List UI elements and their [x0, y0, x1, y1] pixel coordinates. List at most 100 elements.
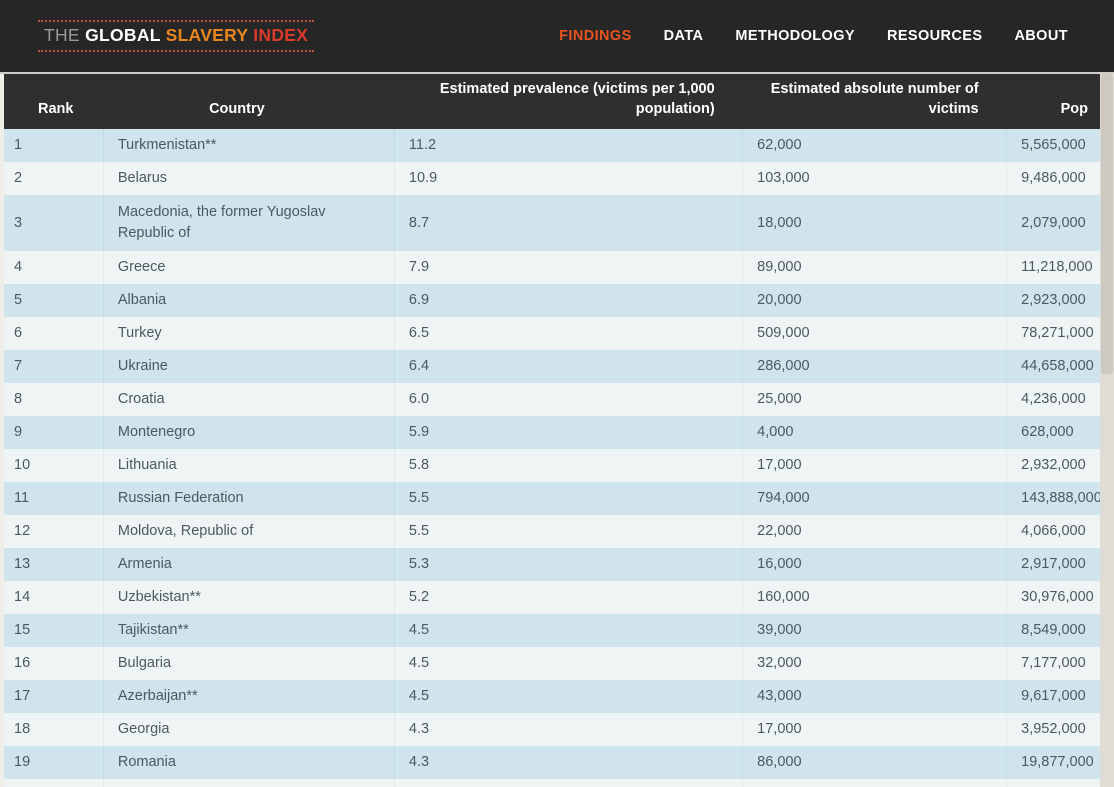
cell-country: Turkey	[103, 317, 395, 351]
logo-word-the: THE	[44, 25, 86, 46]
table-header: Rank Country Estimated prevalence (victi…	[4, 74, 1104, 130]
cell-victims: 17,000	[742, 449, 1008, 483]
cell-rank: 19	[4, 746, 104, 780]
nav-item-resources[interactable]: RESOURCES	[887, 28, 982, 44]
cell-population: 4,236,000	[1006, 383, 1104, 417]
cell-population: 9,486,000	[1006, 162, 1104, 196]
cell-rank: 15	[4, 614, 104, 648]
site-logo[interactable]: THE GLOBAL SLAVERY INDEX	[38, 20, 315, 52]
table-scroll-region[interactable]: Rank Country Estimated prevalence (victi…	[0, 74, 1114, 787]
cell-rank: 12	[4, 515, 104, 549]
cell-prevalence: 4.2	[394, 779, 744, 787]
table-row: 7 Ukraine 6.4 286,000 44,658,000	[4, 350, 1104, 384]
table-row: 6 Turkey 6.5 509,000 78,271,000	[4, 317, 1104, 351]
column-header-pop[interactable]: Pop	[1006, 74, 1104, 130]
cell-country: Armenia	[103, 548, 395, 582]
cell-prevalence: 5.8	[394, 449, 744, 483]
cell-victims: 18,000	[742, 195, 1008, 252]
cell-population: 8,549,000	[1006, 614, 1104, 648]
table-row: 19 Romania 4.3 86,000 19,877,000	[4, 746, 1104, 780]
cell-prevalence: 5.9	[394, 416, 744, 450]
column-header-victims[interactable]: Estimated absolute number of victims	[742, 74, 1007, 130]
cell-country: Macedonia, the former Yugoslav Republic …	[103, 195, 395, 252]
cell-country: Greece	[103, 251, 395, 285]
nav-item-methodology[interactable]: METHODOLOGY	[735, 28, 855, 44]
cell-population: 143,888,000	[1006, 482, 1104, 516]
table-row: 13 Armenia 5.3 16,000 2,917,000	[4, 548, 1104, 582]
cell-rank: 10	[4, 449, 104, 483]
table-row: 15 Tajikistan** 4.5 39,000 8,549,000	[4, 614, 1104, 648]
cell-population: 7,177,000	[1006, 647, 1104, 681]
table-row: 4 Greece 7.9 89,000 11,218,000	[4, 251, 1104, 285]
main-navigation: FINDINGS DATA METHODOLOGY RESOURCES ABOU…	[559, 28, 1090, 44]
column-header-prevalence[interactable]: Estimated prevalence (victims per 1,000 …	[394, 74, 743, 130]
cell-prevalence: 5.3	[394, 548, 744, 582]
cell-rank: 18	[4, 713, 104, 747]
cell-country: Russian Federation	[103, 482, 395, 516]
table-row: 8 Croatia 6.0 25,000 4,236,000	[4, 383, 1104, 417]
cell-victims: 22,000	[742, 515, 1008, 549]
cell-country: Uzbekistan**	[103, 581, 395, 615]
nav-item-about[interactable]: ABOUT	[1014, 28, 1068, 44]
column-header-country[interactable]: Country	[103, 74, 395, 130]
cell-rank: 2	[4, 162, 104, 196]
cell-rank: 17	[4, 680, 104, 714]
cell-victims: 103,000	[742, 162, 1008, 196]
cell-country: Turkmenistan**	[103, 129, 395, 163]
cell-population: 2,923,000	[1006, 284, 1104, 318]
cell-prevalence: 5.5	[394, 515, 744, 549]
table-row: 2 Belarus 10.9 103,000 9,486,000	[4, 162, 1104, 196]
table-row: 16 Bulgaria 4.5 32,000 7,177,000	[4, 647, 1104, 681]
cell-prevalence: 6.9	[394, 284, 744, 318]
table-row: 17 Azerbaijan** 4.5 43,000 9,617,000	[4, 680, 1104, 714]
cell-victims: 794,000	[742, 482, 1008, 516]
table-header-row: Rank Country Estimated prevalence (victi…	[4, 74, 1104, 130]
cell-prevalence: 4.3	[394, 746, 744, 780]
cell-population: 4,066,000	[1006, 515, 1104, 549]
cell-population: 19,877,000	[1006, 746, 1104, 780]
cell-rank: 11	[4, 482, 104, 516]
cell-country: Montenegro	[103, 416, 395, 450]
cell-rank: 13	[4, 548, 104, 582]
cell-population: 1,161,000	[1006, 779, 1104, 787]
cell-country: Lithuania	[103, 449, 395, 483]
cell-prevalence: 4.5	[394, 614, 744, 648]
column-header-rank[interactable]: Rank	[4, 74, 104, 130]
cell-country: Albania	[103, 284, 395, 318]
cell-prevalence: 10.9	[394, 162, 744, 196]
table-row: 5 Albania 6.9 20,000 2,923,000	[4, 284, 1104, 318]
nav-item-findings[interactable]: FINDINGS	[559, 28, 631, 44]
table-row: 18 Georgia 4.3 17,000 3,952,000	[4, 713, 1104, 747]
cell-country: Moldova, Republic of	[103, 515, 395, 549]
cell-victims: 43,000	[742, 680, 1008, 714]
cell-prevalence: 8.7	[394, 195, 744, 252]
nav-item-data[interactable]: DATA	[664, 28, 704, 44]
cell-prevalence: 4.3	[394, 713, 744, 747]
logo-word-slavery: SLAVERY	[165, 25, 254, 46]
cell-rank: 6	[4, 317, 104, 351]
cell-rank: 8	[4, 383, 104, 417]
table-row: 3 Macedonia, the former Yugoslav Republic…	[4, 195, 1104, 252]
table-row: 12 Moldova, Republic of 5.5 22,000 4,066,000	[4, 515, 1104, 549]
table-row: 11 Russian Federation 5.5 794,000 143,888,00…	[4, 482, 1104, 516]
cell-rank: 3	[4, 195, 104, 252]
cell-population: 2,917,000	[1006, 548, 1104, 582]
cell-victims: 4,000	[742, 416, 1008, 450]
cell-country: Tajikistan**	[103, 614, 395, 648]
cell-country: Ukraine	[103, 350, 395, 384]
cell-country: Belarus	[103, 162, 395, 196]
vertical-scrollbar-track[interactable]	[1100, 74, 1114, 787]
cell-country: Cyprus	[103, 779, 395, 787]
cell-population: 2,079,000	[1006, 195, 1104, 252]
site-header: THE GLOBAL SLAVERY INDEX FINDINGS DATA M…	[0, 0, 1114, 74]
cell-victims: 160,000	[742, 581, 1008, 615]
cell-population: 5,565,000	[1006, 129, 1104, 163]
vertical-scrollbar-thumb[interactable]	[1101, 74, 1113, 374]
cell-population: 628,000	[1006, 416, 1104, 450]
cell-rank: 1	[4, 129, 104, 163]
cell-rank: 9	[4, 416, 104, 450]
cell-victims: 39,000	[742, 614, 1008, 648]
cell-population: 78,271,000	[1006, 317, 1104, 351]
cell-prevalence: 6.4	[394, 350, 744, 384]
cell-population: 2,932,000	[1006, 449, 1104, 483]
